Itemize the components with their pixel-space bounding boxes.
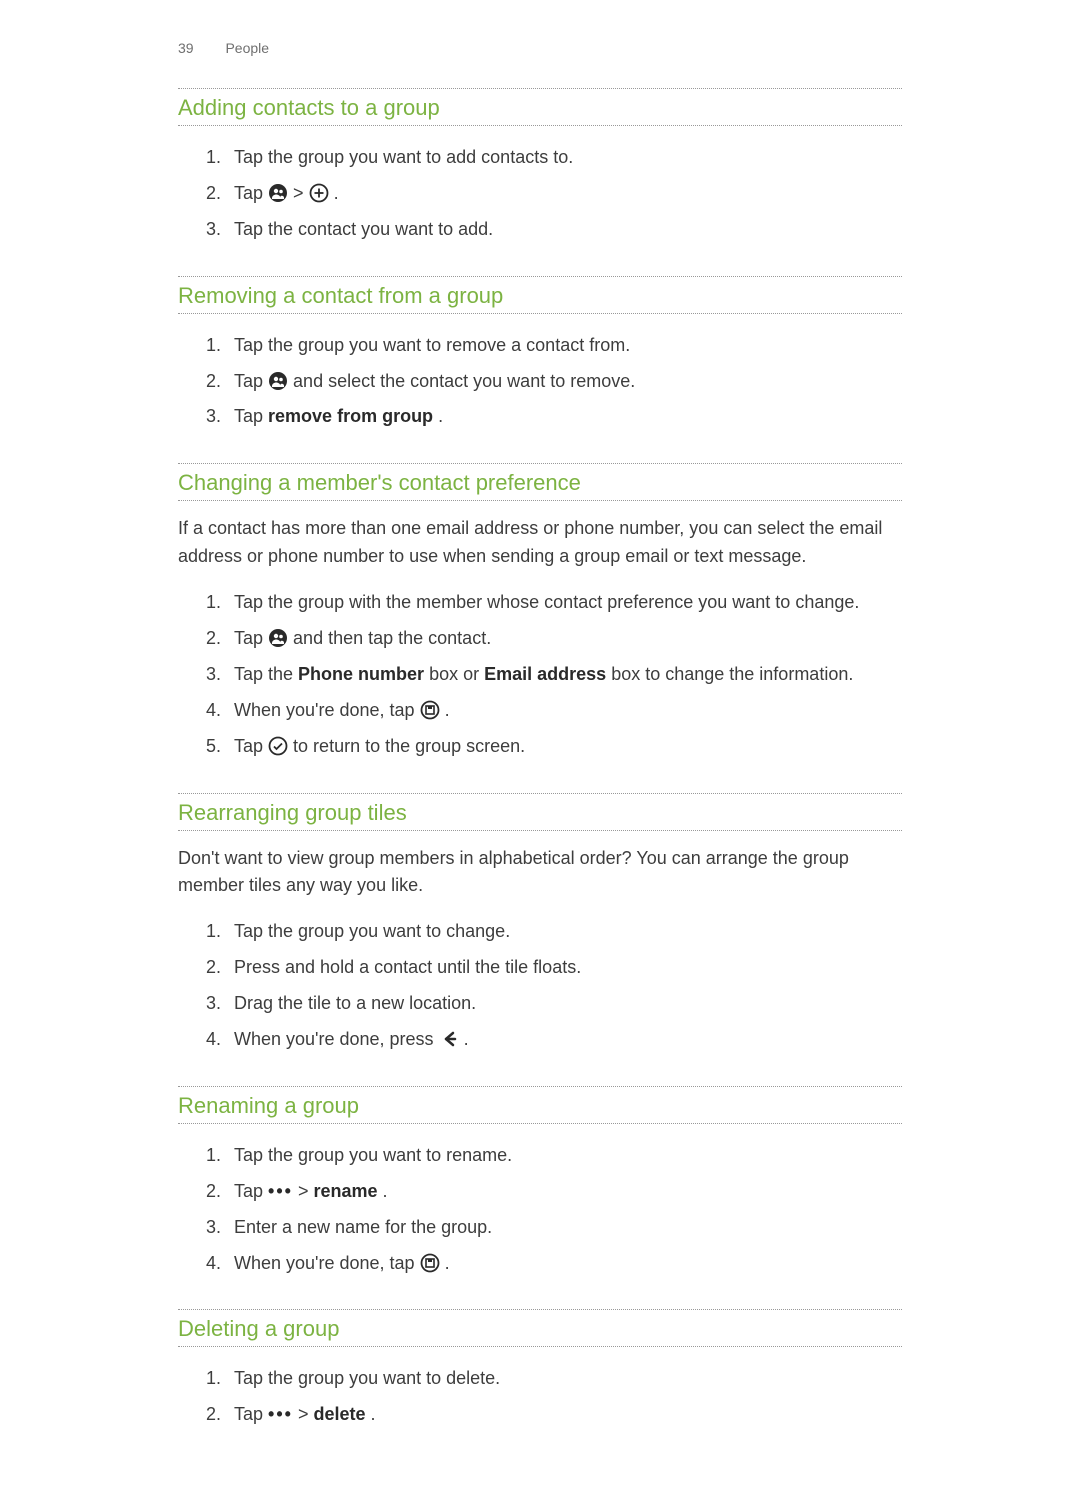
list-item: Tap ••• > delete . [226, 1397, 902, 1433]
list-item: When you're done, tap . [226, 693, 902, 729]
text: and select the contact you want to remov… [293, 371, 635, 391]
text: Tap the [234, 664, 298, 684]
section-adding: Adding contacts to a group Tap the group… [178, 88, 902, 248]
section-removing: Removing a contact from a group Tap the … [178, 276, 902, 436]
text: Tap [234, 628, 268, 648]
list-item: Tap the Phone number box or Email addres… [226, 657, 902, 693]
page-content: Adding contacts to a group Tap the group… [0, 88, 1080, 1433]
list-item: Enter a new name for the group. [226, 1210, 902, 1246]
group-icon [268, 183, 288, 203]
text: When you're done, press [234, 1029, 439, 1049]
text: Tap [234, 736, 268, 756]
action-rename: rename [313, 1181, 377, 1201]
text: to return to the group screen. [293, 736, 525, 756]
save-circle-icon [420, 1253, 440, 1273]
list-item: Tap the group you want to delete. [226, 1361, 902, 1397]
list-item: Drag the tile to a new location. [226, 986, 902, 1022]
separator: > [298, 1404, 314, 1424]
list-item: Tap the group with the member whose cont… [226, 585, 902, 621]
page-number: 39 [178, 40, 194, 56]
list-item: Tap the group you want to remove a conta… [226, 328, 902, 364]
text: . [445, 700, 450, 720]
steps-adding: Tap the group you want to add contacts t… [178, 140, 902, 248]
text: . [371, 1404, 376, 1424]
section-renaming: Renaming a group Tap the group you want … [178, 1086, 902, 1282]
intro-changing: If a contact has more than one email add… [178, 515, 902, 571]
list-item: Tap > . [226, 176, 902, 212]
list-item: Tap and then tap the contact. [226, 621, 902, 657]
more-dots-icon: ••• [268, 1178, 293, 1206]
more-dots-icon: ••• [268, 1401, 293, 1429]
list-item: Tap ••• > rename . [226, 1174, 902, 1210]
heading-deleting: Deleting a group [178, 1310, 902, 1347]
text: When you're done, tap [234, 700, 420, 720]
text: box to change the information. [611, 664, 853, 684]
group-icon [268, 628, 288, 648]
page-header: 39 People [0, 40, 1080, 66]
list-item: Tap remove from group . [226, 399, 902, 435]
save-circle-icon [420, 700, 440, 720]
heading-changing: Changing a member's contact preference [178, 464, 902, 501]
list-item: Tap to return to the group screen. [226, 729, 902, 765]
text: When you're done, tap [234, 1253, 420, 1273]
heading-renaming: Renaming a group [178, 1087, 902, 1124]
text: Tap [234, 183, 268, 203]
plus-circle-icon [309, 183, 329, 203]
list-item: Tap the group you want to add contacts t… [226, 140, 902, 176]
check-circle-icon [268, 736, 288, 756]
intro-rearranging: Don't want to view group members in alph… [178, 845, 902, 901]
action-delete: delete [313, 1404, 365, 1424]
list-item: Tap and select the contact you want to r… [226, 364, 902, 400]
text: Tap [234, 1181, 268, 1201]
phone-number-box: Phone number [298, 664, 424, 684]
section-deleting: Deleting a group Tap the group you want … [178, 1309, 902, 1433]
section-rearranging: Rearranging group tiles Don't want to vi… [178, 793, 902, 1058]
text: . [464, 1029, 469, 1049]
steps-rearranging: Tap the group you want to change. Press … [178, 914, 902, 1058]
separator: > [293, 183, 309, 203]
list-item: Tap the group you want to change. [226, 914, 902, 950]
text: Tap [234, 371, 268, 391]
text: Tap [234, 1404, 268, 1424]
steps-changing: Tap the group with the member whose cont… [178, 585, 902, 764]
heading-removing: Removing a contact from a group [178, 277, 902, 314]
list-item: Tap the contact you want to add. [226, 212, 902, 248]
list-item: When you're done, tap . [226, 1246, 902, 1282]
action-remove-from-group: remove from group [268, 406, 433, 426]
page-section-title: People [225, 40, 269, 56]
heading-adding: Adding contacts to a group [178, 89, 902, 126]
heading-rearranging: Rearranging group tiles [178, 794, 902, 831]
email-address-box: Email address [484, 664, 606, 684]
back-arrow-icon [439, 1029, 459, 1049]
text: box or [429, 664, 484, 684]
text: . [383, 1181, 388, 1201]
text: . [438, 406, 443, 426]
section-changing: Changing a member's contact preference I… [178, 463, 902, 764]
list-item: Press and hold a contact until the tile … [226, 950, 902, 986]
separator: > [298, 1181, 314, 1201]
steps-removing: Tap the group you want to remove a conta… [178, 328, 902, 436]
text: . [334, 183, 339, 203]
list-item: Tap the group you want to rename. [226, 1138, 902, 1174]
steps-renaming: Tap the group you want to rename. Tap ••… [178, 1138, 902, 1282]
steps-deleting: Tap the group you want to delete. Tap ••… [178, 1361, 902, 1433]
text: and then tap the contact. [293, 628, 491, 648]
text: . [445, 1253, 450, 1273]
text: Tap [234, 406, 268, 426]
group-icon [268, 371, 288, 391]
list-item: When you're done, press . [226, 1022, 902, 1058]
